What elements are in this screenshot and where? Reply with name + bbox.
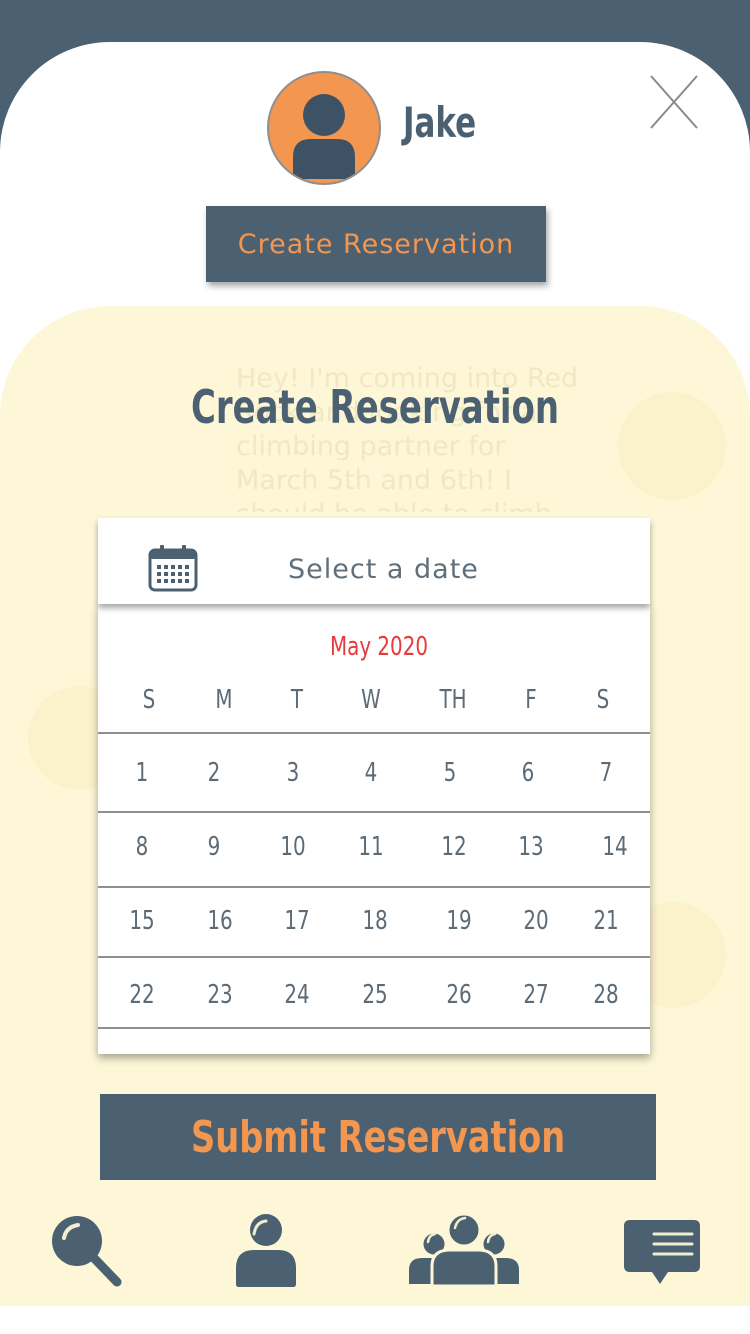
- messages-icon: [624, 1220, 700, 1284]
- month-label: May 2020: [329, 632, 429, 662]
- nav-profile[interactable]: [234, 1212, 298, 1288]
- calendar-divider: [98, 1027, 650, 1029]
- calendar-day[interactable]: 18: [350, 906, 401, 936]
- weekday-label: W: [361, 685, 381, 715]
- profile-icon: [236, 1214, 296, 1287]
- weekday-label: TH: [439, 685, 467, 715]
- group-icon: [409, 1212, 519, 1288]
- calendar-day[interactable]: 15: [117, 906, 168, 936]
- nav-search[interactable]: [48, 1212, 124, 1288]
- panel-title: Create Reservation: [190, 380, 560, 434]
- weekday-label: S: [596, 685, 610, 715]
- calendar-day[interactable]: 1: [117, 758, 168, 788]
- date-select-field[interactable]: Select a date: [98, 518, 650, 604]
- calendar-divider: [98, 886, 650, 888]
- calendar-day[interactable]: 13: [506, 832, 557, 862]
- calendar-day[interactable]: 6: [503, 758, 554, 788]
- calendar-day[interactable]: 22: [117, 980, 168, 1010]
- close-button[interactable]: [648, 74, 700, 130]
- calendar-divider: [98, 732, 650, 734]
- calendar-day[interactable]: 4: [346, 758, 397, 788]
- close-icon: [650, 75, 698, 129]
- calendar-day[interactable]: 2: [189, 758, 240, 788]
- calendar-divider: [98, 811, 650, 813]
- submit-button-label: Submit Reservation: [190, 1111, 566, 1163]
- user-avatar: [267, 71, 381, 185]
- weekday-label: F: [525, 685, 537, 715]
- calendar-day[interactable]: 27: [511, 980, 562, 1010]
- weekday-label: S: [142, 685, 156, 715]
- person-icon: [293, 94, 355, 179]
- calendar-day[interactable]: 21: [581, 906, 632, 936]
- nav-groups[interactable]: [408, 1212, 520, 1288]
- calendar-day[interactable]: 26: [434, 980, 485, 1010]
- calendar-day[interactable]: 11: [346, 832, 397, 862]
- calendar-grid: May 2020 S M T W TH F S 1 2 3 4 5 6 7 8 …: [98, 604, 650, 1054]
- create-reservation-button[interactable]: Create Reservation: [206, 206, 546, 282]
- calendar-day[interactable]: 20: [511, 906, 562, 936]
- calendar-day[interactable]: 14: [590, 832, 641, 862]
- calendar-day[interactable]: 17: [272, 906, 323, 936]
- calendar-icon: [148, 545, 198, 592]
- calendar-day[interactable]: 3: [268, 758, 319, 788]
- submit-reservation-button[interactable]: Submit Reservation: [100, 1094, 656, 1180]
- weekday-label: M: [215, 685, 233, 715]
- calendar-day[interactable]: 10: [268, 832, 319, 862]
- weekday-label: T: [290, 685, 304, 715]
- user-name: Jake: [403, 98, 477, 147]
- calendar-day[interactable]: 12: [429, 832, 480, 862]
- calendar-day[interactable]: 28: [581, 980, 632, 1010]
- calendar-day[interactable]: 5: [425, 758, 476, 788]
- calendar-day[interactable]: 23: [195, 980, 246, 1010]
- calendar-day[interactable]: 24: [272, 980, 323, 1010]
- calendar-day[interactable]: 7: [581, 758, 632, 788]
- calendar-day[interactable]: 19: [434, 906, 485, 936]
- date-placeholder: Select a date: [288, 554, 479, 585]
- search-icon: [52, 1216, 122, 1287]
- nav-messages[interactable]: [622, 1218, 702, 1288]
- calendar-divider: [98, 956, 650, 958]
- calendar-day[interactable]: 25: [350, 980, 401, 1010]
- calendar-day[interactable]: 16: [195, 906, 246, 936]
- calendar-day[interactable]: 8: [117, 832, 168, 862]
- calendar-day[interactable]: 9: [189, 832, 240, 862]
